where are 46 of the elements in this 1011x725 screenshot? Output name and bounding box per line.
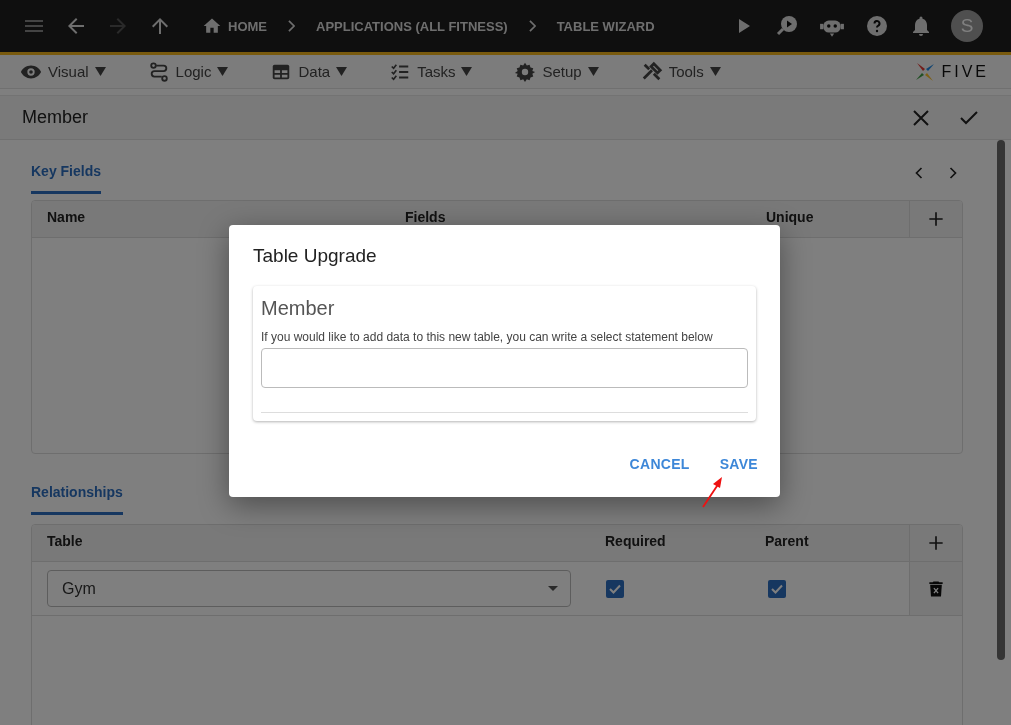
chevron-right-icon (288, 20, 295, 32)
section-tab[interactable]: Relationships (31, 472, 123, 515)
search-play-icon[interactable] (775, 14, 799, 38)
caret-icon (461, 66, 473, 77)
section-tab[interactable]: Key Fields (31, 151, 102, 194)
logo: FIVE (913, 59, 989, 84)
column-header: Unique (766, 208, 815, 225)
add-icon[interactable] (926, 533, 946, 553)
tools-icon (640, 60, 663, 83)
required-checkbox[interactable] (606, 579, 624, 598)
table-select[interactable]: Gym (47, 570, 571, 607)
parent-checkbox[interactable] (768, 579, 786, 598)
scrollbar[interactable] (997, 140, 1005, 660)
menu-item[interactable]: Visual (20, 60, 106, 83)
chevron-right-icon (528, 20, 536, 32)
dropdown-caret-icon (548, 585, 558, 592)
menu-item[interactable]: Logic (147, 60, 229, 83)
caret-icon (709, 66, 721, 77)
select-statement-field[interactable] (261, 348, 748, 388)
instruction-text: If you would like to add data to this new table, you can write a select statement below (261, 330, 714, 344)
column-header: Parent (765, 532, 810, 549)
card-title: Member (261, 297, 336, 320)
breadcrumb-link[interactable]: HOME (202, 16, 267, 36)
column-header: Table (46, 532, 84, 549)
dialog-title: Table Upgrade (253, 245, 378, 267)
menu-item[interactable]: Data (270, 60, 348, 83)
column-header: Fields (405, 208, 447, 225)
menu-item[interactable]: Tools (640, 60, 721, 83)
menu-item[interactable]: Tasks (389, 60, 473, 83)
caret-icon (94, 66, 106, 77)
caret-icon (217, 66, 229, 77)
dialog-button[interactable]: CANCEL (629, 456, 690, 472)
home-icon (202, 16, 222, 36)
help-icon[interactable] (865, 14, 889, 38)
add-icon[interactable] (926, 209, 946, 229)
caret-icon (587, 66, 599, 77)
column-header: Required (605, 532, 667, 549)
dialog-button[interactable]: SAVE (719, 456, 758, 472)
breadcrumb-link[interactable]: APPLICATIONS (ALL FITNESS) (316, 18, 508, 34)
menu-item[interactable]: Setup (514, 60, 599, 83)
form-title: Member (22, 107, 88, 128)
flow-icon (147, 60, 170, 83)
column-header: Name (46, 208, 87, 225)
annotation-arrow (701, 475, 725, 509)
breadcrumb-link[interactable]: TABLE WIZARD (556, 18, 655, 34)
caret-icon (336, 66, 348, 77)
